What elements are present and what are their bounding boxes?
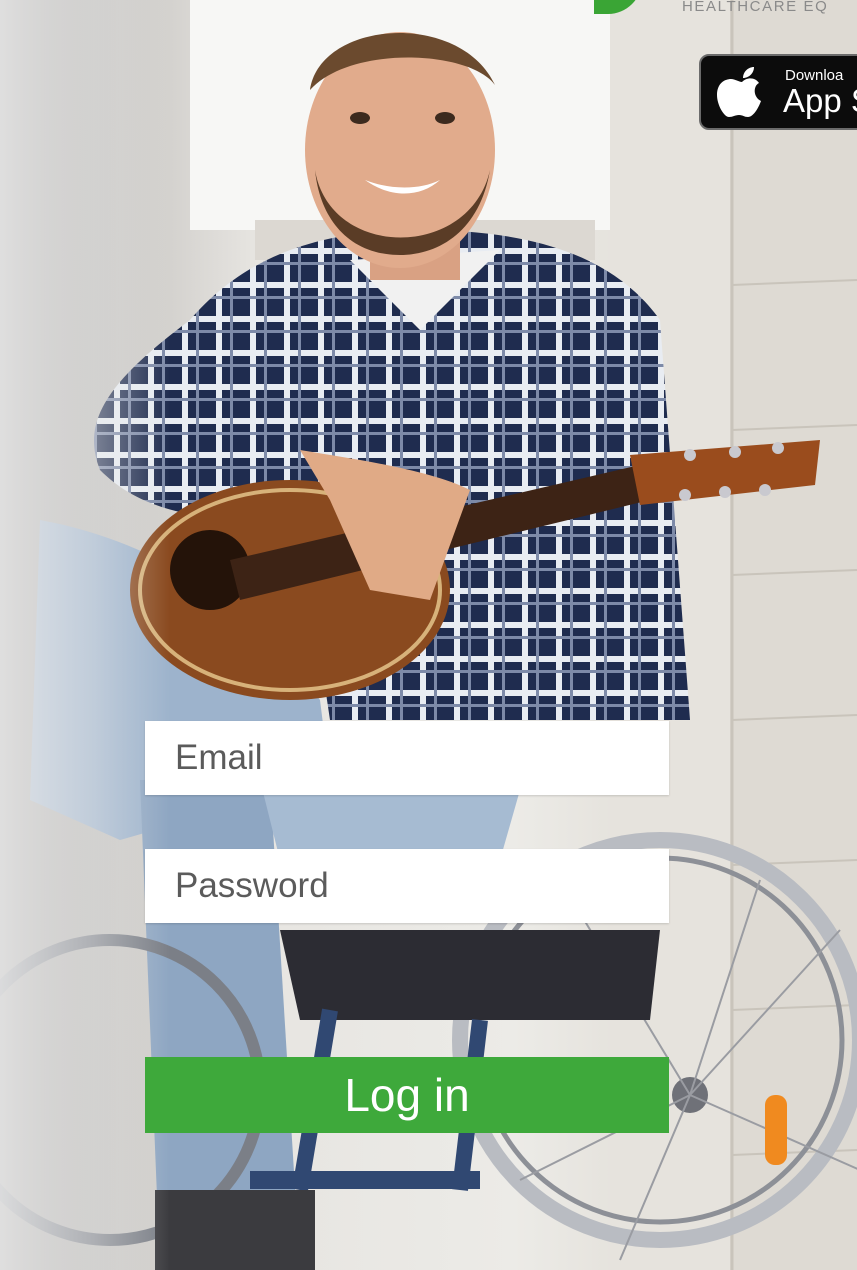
login-screen: HEALTHCARE EQ Downloa App S Log in xyxy=(0,0,857,1270)
password-input[interactable] xyxy=(145,849,669,923)
badge-big-text: App S xyxy=(783,82,857,119)
app-store-badge[interactable]: Downloa App S xyxy=(699,54,857,130)
apple-icon xyxy=(717,67,761,117)
email-input[interactable] xyxy=(145,721,669,795)
login-button[interactable]: Log in xyxy=(145,1057,669,1133)
brand-tagline: HEALTHCARE EQ xyxy=(682,0,829,15)
